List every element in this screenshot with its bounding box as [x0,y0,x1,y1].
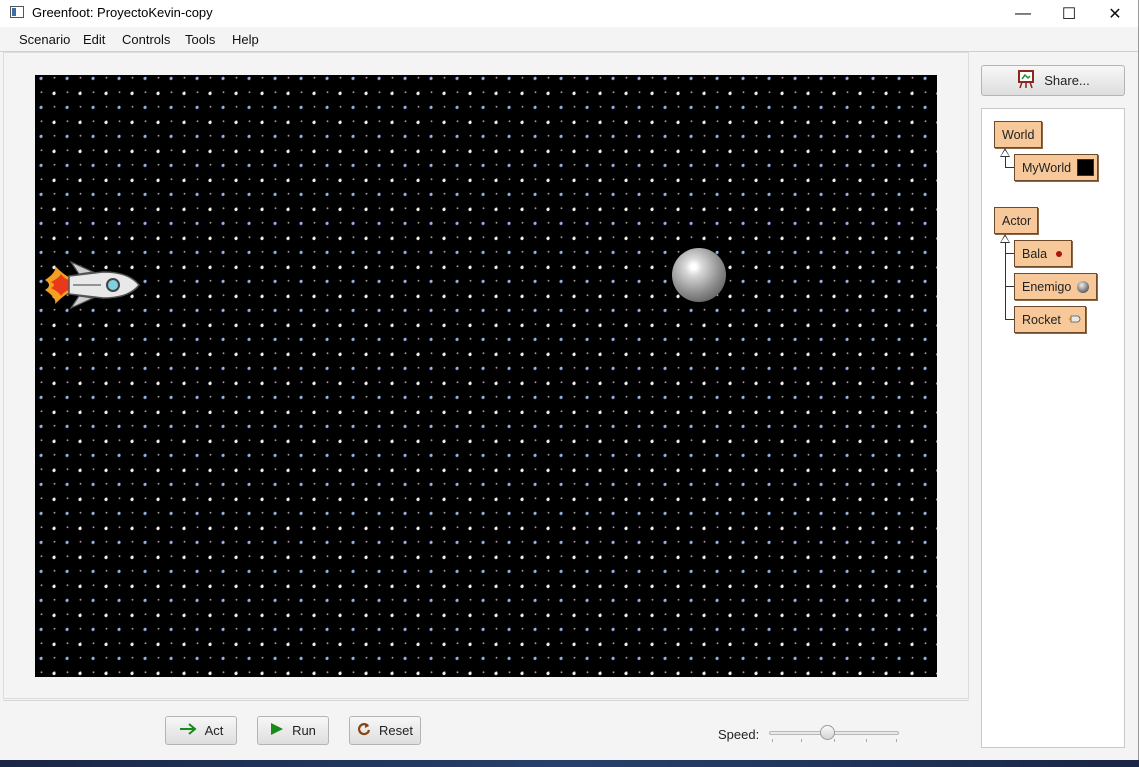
play-icon [270,722,284,739]
tree-line [1005,319,1014,320]
class-bala-label: Bala [1022,246,1048,261]
class-world-label: World [1002,127,1035,142]
class-world[interactable]: World [994,121,1042,148]
menu-bar: Scenario Edit Controls Tools Help [0,27,1138,52]
reset-icon [357,722,371,739]
slider-tick [866,739,867,742]
share-easel-icon [1016,69,1036,92]
speed-label: Speed: [718,727,760,742]
class-rocket-label: Rocket [1022,312,1061,327]
class-myworld[interactable]: MyWorld [1014,154,1098,181]
tree-line [1005,253,1014,254]
minimize-button[interactable]: — [1000,0,1046,27]
app-icon [10,6,24,18]
class-diagram [981,108,1125,748]
myworld-thumbnail-icon [1077,159,1095,176]
bala-thumbnail-icon [1056,250,1063,257]
slider-tick [772,739,773,742]
class-actor[interactable]: Actor [994,207,1038,234]
title-bar: Greenfoot: ProyectoKevin-copy — ☐ ✕ [0,0,1138,27]
maximize-button[interactable]: ☐ [1046,0,1092,27]
class-actor-label: Actor [1002,213,1032,228]
inherit-arrow-icon [1000,148,1010,157]
class-enemigo-label: Enemigo [1022,279,1072,294]
inherit-arrow-icon [1000,234,1010,243]
desktop-background [0,760,1139,767]
window-title: Greenfoot: ProyectoKevin-copy [32,5,213,20]
slider-tick [896,739,897,742]
class-myworld-label: MyWorld [1022,160,1072,175]
class-bala[interactable]: Bala [1014,240,1072,267]
menu-controls[interactable]: Controls [122,32,170,47]
act-arrow-icon [179,723,197,738]
menu-edit[interactable]: Edit [83,32,105,47]
menu-help[interactable]: Help [232,32,259,47]
close-button[interactable]: ✕ [1092,0,1138,27]
tree-line [1005,167,1014,168]
slider-tick [801,739,802,742]
slider-tick [834,739,835,742]
speed-slider-thumb[interactable] [820,725,835,740]
enemigo-thumbnail-icon [1077,280,1090,293]
tree-line [1005,286,1014,287]
rocket-actor[interactable] [43,258,143,312]
reset-label: Reset [379,723,413,738]
share-button[interactable]: Share... [981,65,1125,96]
world-canvas[interactable] [35,75,937,677]
menu-scenario[interactable]: Scenario [19,32,70,47]
run-button[interactable]: Run [257,716,329,745]
menu-tools[interactable]: Tools [185,32,215,47]
act-button[interactable]: Act [165,716,237,745]
reset-button[interactable]: Reset [349,716,421,745]
class-enemigo[interactable]: Enemigo [1014,273,1097,300]
rocket-thumbnail-icon [1067,313,1083,327]
act-label: Act [204,723,224,738]
tree-line [1005,243,1006,320]
share-label: Share... [1044,73,1090,88]
enemigo-actor[interactable] [672,248,726,302]
class-rocket[interactable]: Rocket [1014,306,1086,333]
run-label: Run [292,723,316,738]
